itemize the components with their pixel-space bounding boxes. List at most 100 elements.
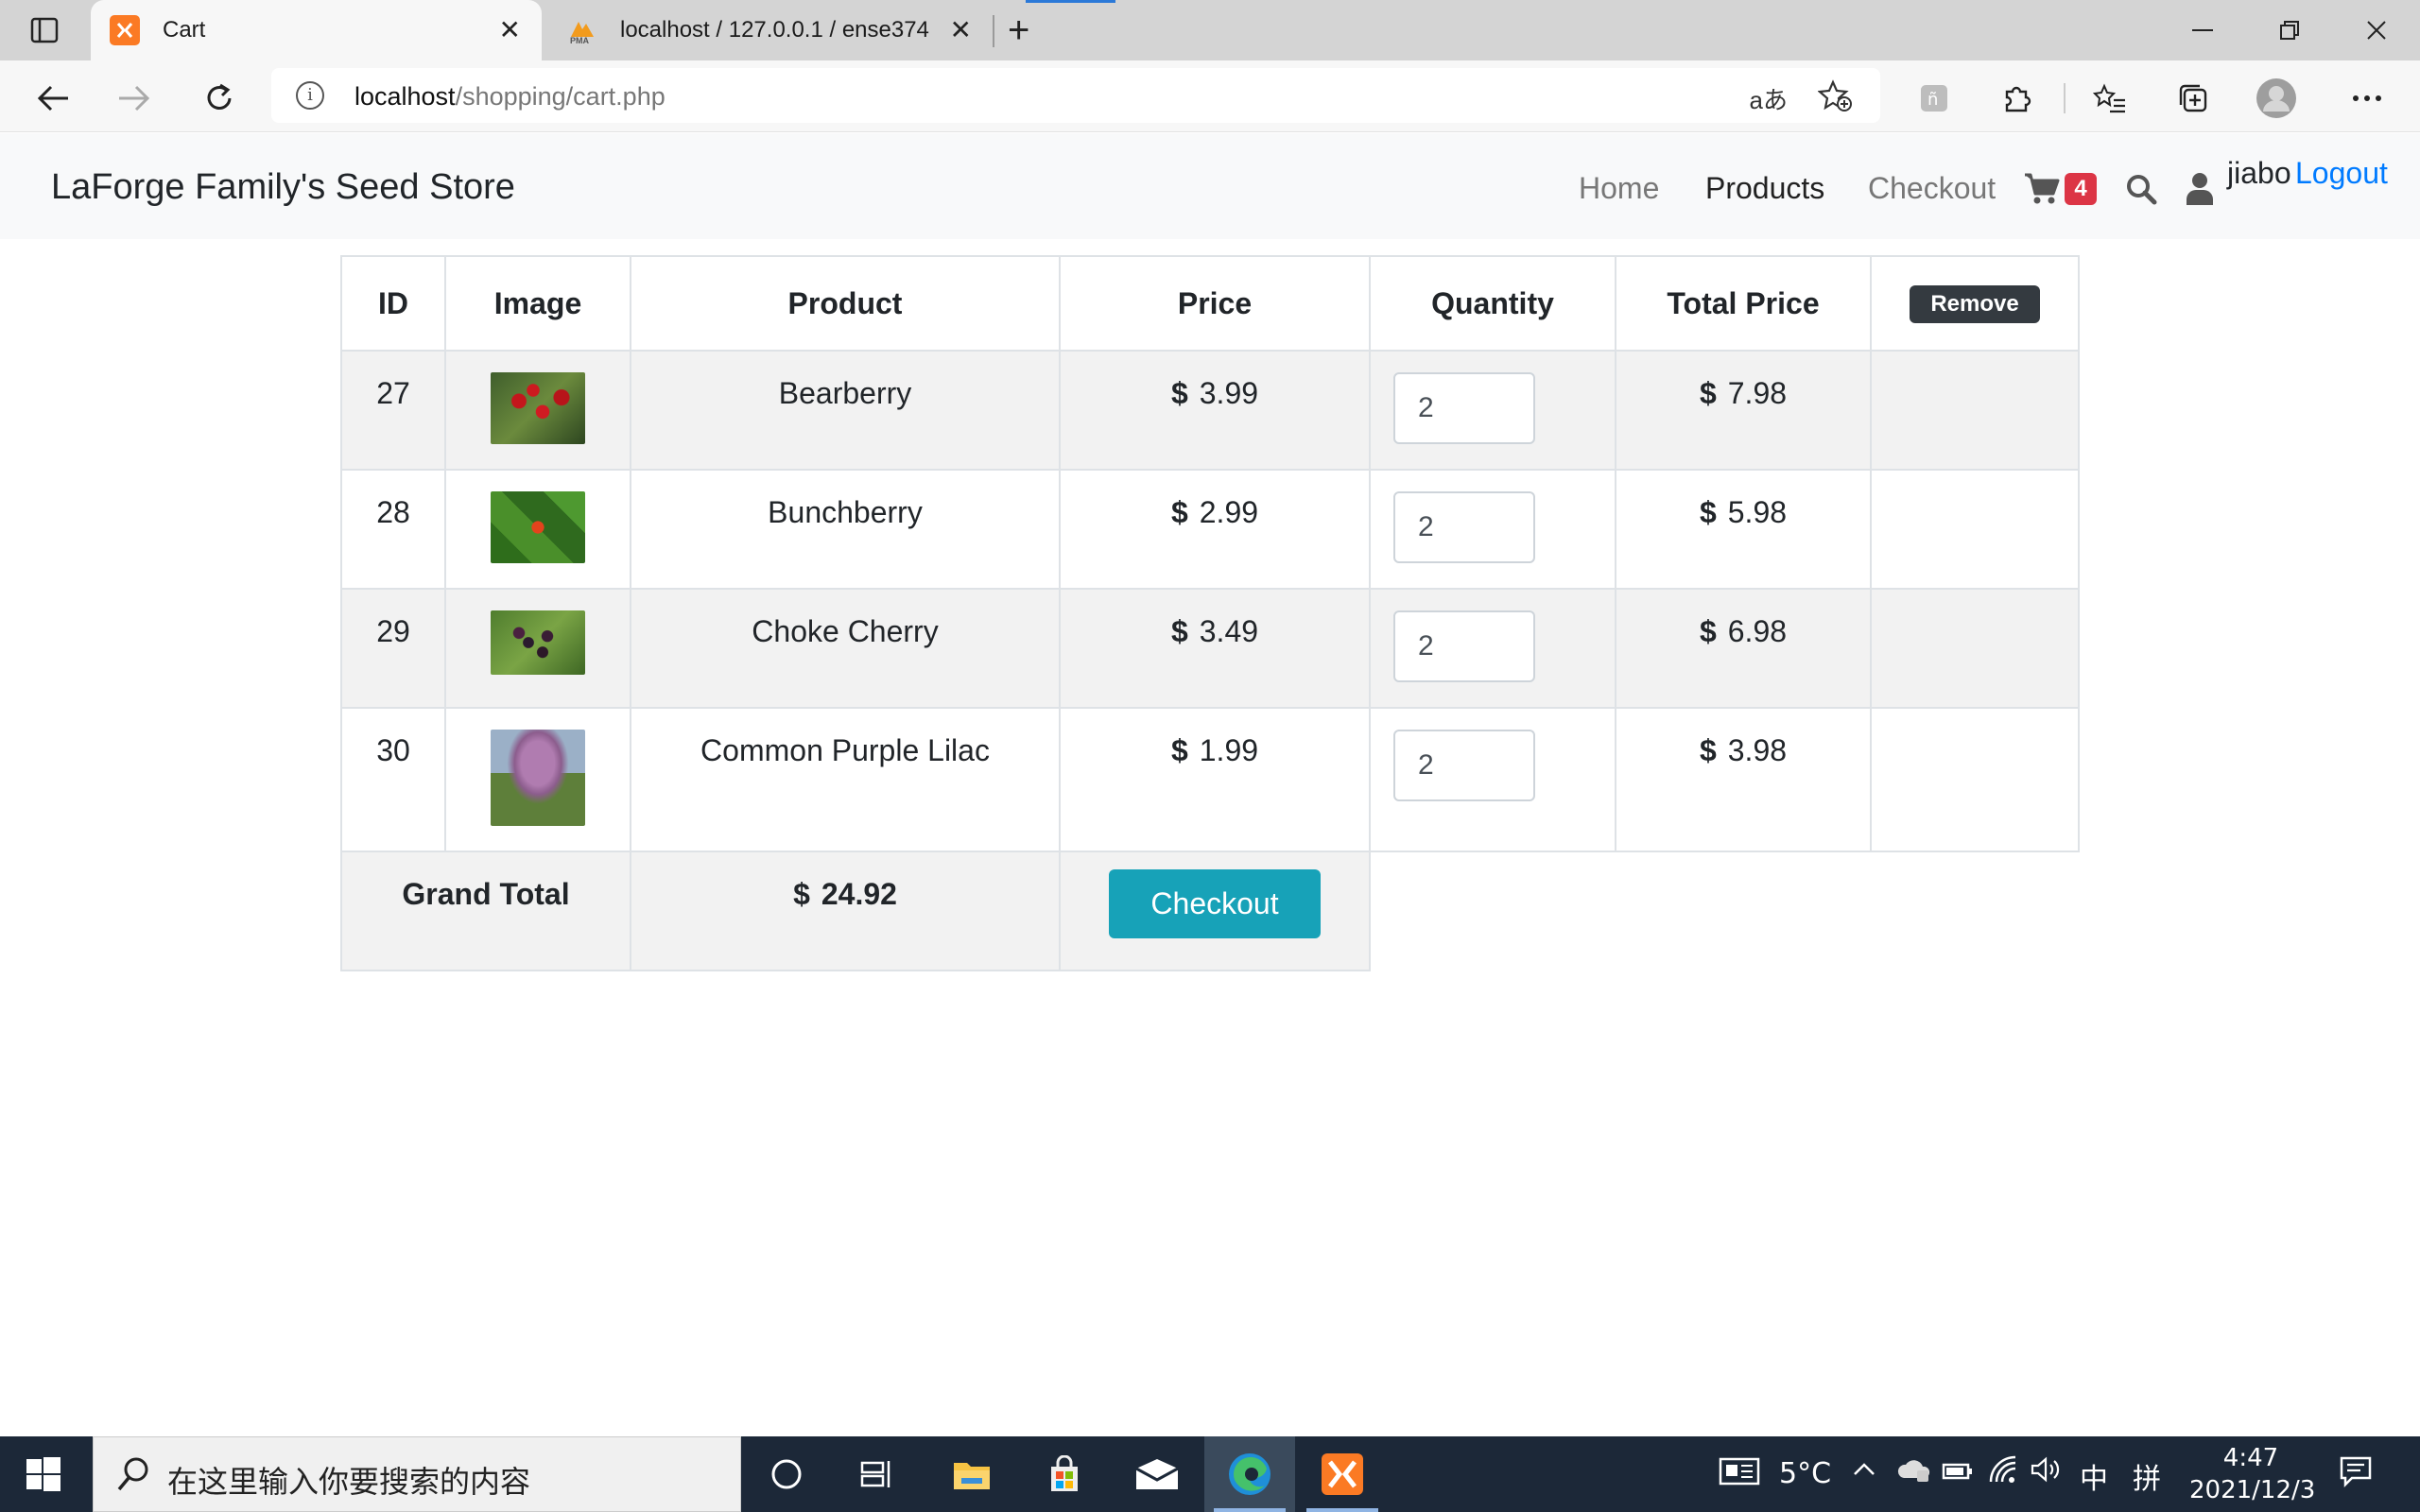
nav-home-link[interactable]: Home [1579, 171, 1659, 206]
notifications-icon[interactable] [2339, 1455, 2373, 1495]
forward-icon[interactable] [113, 77, 155, 119]
taskbar-clock[interactable]: 4:47 2021/12/3 [2189, 1442, 2316, 1506]
cell-id: 30 [340, 707, 446, 852]
dollar-sign: $ [1699, 495, 1717, 529]
tab-phpmyadmin[interactable]: PMA localhost / 127.0.0.1 / ense374 / c … [548, 0, 993, 60]
cell-total: $6.98 [1615, 588, 1872, 709]
dollar-sign: $ [1170, 614, 1188, 648]
header-remove: Remove [1870, 255, 2080, 352]
restore-icon[interactable] [2261, 11, 2318, 49]
search-icon[interactable] [2125, 173, 2157, 210]
edge-browser-icon[interactable] [1204, 1436, 1295, 1512]
quantity-input[interactable] [1393, 491, 1535, 563]
mail-icon[interactable] [1112, 1436, 1202, 1512]
cell-remove [1870, 588, 2080, 709]
quantity-input[interactable] [1393, 730, 1535, 801]
product-image-common-purple-lilac [491, 730, 585, 826]
dollar-sign: $ [1699, 614, 1717, 648]
cell-product: Common Purple Lilac [630, 707, 1061, 852]
tab-title: Cart [163, 17, 206, 43]
header-price: Price [1059, 255, 1371, 352]
cell-product: Bunchberry [630, 469, 1061, 590]
tab-title: localhost / 127.0.0.1 / ense374 / c [620, 17, 932, 43]
ime-mode-indicator[interactable]: 中 [2080, 1455, 2108, 1497]
more-menu-icon[interactable] [2346, 77, 2388, 119]
add-favorite-icon[interactable] [1817, 79, 1852, 116]
cell-quantity [1369, 588, 1616, 709]
dollar-sign: $ [1699, 733, 1717, 767]
grand-total-value: $24.92 [630, 850, 1061, 971]
dollar-sign: $ [1170, 733, 1188, 767]
refresh-icon[interactable] [199, 77, 240, 119]
extension-icon[interactable]: ñ [1913, 77, 1955, 119]
product-image-bunchberry [491, 491, 585, 563]
ime-pinyin-indicator[interactable]: 拼 [2133, 1455, 2161, 1497]
cell-total: $5.98 [1615, 469, 1872, 590]
cell-id: 29 [340, 588, 446, 709]
cell-price: $3.49 [1059, 588, 1371, 709]
profile-avatar-icon[interactable] [2256, 77, 2297, 119]
remove-button[interactable]: Remove [1910, 285, 2040, 323]
nav-checkout-link[interactable]: Checkout [1868, 171, 1996, 206]
cell-total: $7.98 [1615, 350, 1872, 471]
favorites-icon[interactable] [2089, 77, 2131, 119]
cell-product: Choke Cherry [630, 588, 1061, 709]
cell-image [444, 350, 631, 471]
grand-total-row: Grand Total $24.92 Checkout [340, 850, 2079, 971]
windows-start-icon[interactable] [26, 1457, 60, 1496]
site-info-icon[interactable]: i [296, 81, 324, 110]
cell-price: $2.99 [1059, 469, 1371, 590]
tab-cart[interactable]: Cart ✕ [91, 0, 542, 60]
cortana-icon[interactable] [741, 1436, 832, 1512]
battery-icon[interactable] [1942, 1455, 1974, 1491]
wifi-icon[interactable] [1987, 1455, 2019, 1491]
back-icon[interactable] [32, 77, 74, 119]
close-tab-icon[interactable]: ✕ [499, 17, 521, 43]
cell-remove [1870, 469, 2080, 590]
header-image: Image [444, 255, 631, 352]
cell-image [444, 469, 631, 590]
show-hidden-icons-icon[interactable] [1851, 1455, 1877, 1491]
close-window-icon[interactable] [2348, 11, 2405, 49]
taskbar-search-box[interactable]: 在这里输入你要搜索的内容 [93, 1436, 741, 1512]
checkout-button[interactable]: Checkout [1109, 869, 1321, 938]
header-total-price: Total Price [1615, 255, 1872, 352]
nav-products-link[interactable]: Products [1705, 171, 1824, 206]
table-header-row: ID Image Product Price Quantity Total Pr… [340, 255, 2080, 352]
cart-count-badge: 4 [2065, 173, 2097, 205]
onedrive-icon[interactable] [1896, 1455, 1932, 1491]
table-row: 28 Bunchberry $2.99 $5.98 [340, 469, 2080, 590]
site-brand[interactable]: LaForge Family's Seed Store [51, 167, 515, 208]
phpmyadmin-favicon-icon: PMA [567, 15, 597, 45]
collections-icon[interactable] [2172, 77, 2214, 119]
microsoft-store-icon[interactable] [1019, 1436, 1110, 1512]
task-view-icon[interactable] [832, 1436, 923, 1512]
close-tab-icon[interactable]: ✕ [950, 17, 972, 43]
grand-total-label: Grand Total [340, 850, 631, 971]
logout-link[interactable]: Logout [2295, 156, 2388, 191]
cell-quantity [1369, 350, 1616, 471]
clock-time: 4:47 [2222, 1444, 2279, 1472]
tab-divider [993, 15, 994, 47]
cell-total: $3.98 [1615, 707, 1872, 852]
cart-icon[interactable] [2023, 171, 2061, 210]
table-row: 30 Common Purple Lilac $1.99 $3.98 [340, 707, 2080, 852]
minimize-icon[interactable] [2174, 11, 2231, 49]
new-tab-icon[interactable]: + [1008, 11, 1029, 49]
header-quantity: Quantity [1369, 255, 1616, 352]
table-row: 27 Bearberry $3.99 $7.98 [340, 350, 2080, 471]
file-explorer-icon[interactable] [926, 1436, 1017, 1512]
clock-date: 2021/12/3 [2189, 1476, 2316, 1504]
quantity-input[interactable] [1393, 610, 1535, 682]
volume-icon[interactable] [2031, 1455, 2065, 1491]
cell-remove [1870, 707, 2080, 852]
windows-taskbar: 在这里输入你要搜索的内容 5°C 中 拼 4:47 2021/12/3 [0, 1436, 2420, 1512]
news-weather-icon[interactable] [1719, 1455, 1760, 1495]
quantity-input[interactable] [1393, 372, 1535, 444]
tab-actions-icon[interactable] [21, 13, 68, 47]
address-bar[interactable]: i localhost/shopping/cart.php aあ [271, 68, 1880, 123]
xampp-icon[interactable] [1297, 1436, 1388, 1512]
extensions-puzzle-icon[interactable] [1996, 77, 2038, 119]
header-product: Product [630, 255, 1061, 352]
read-aloud-icon[interactable]: aあ [1750, 81, 1788, 116]
